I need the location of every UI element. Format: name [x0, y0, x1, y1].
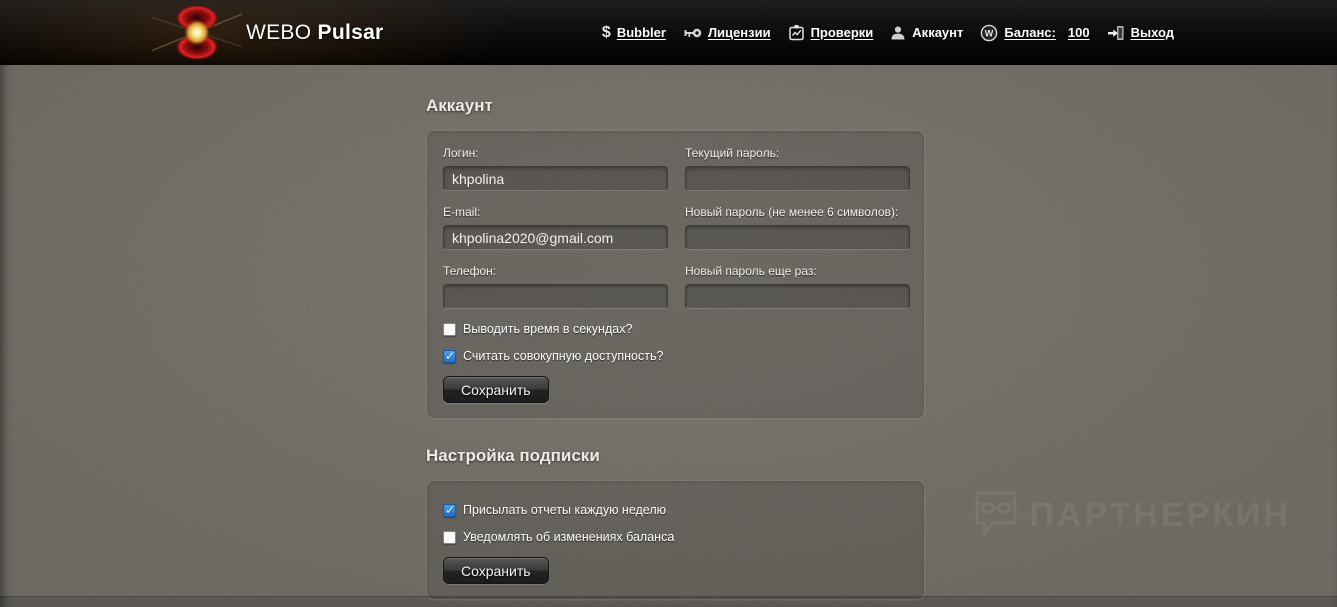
account-fields-grid: Логин: Текущий пароль: E-mail: Новый пар… [443, 146, 910, 309]
account-settings-panel: Логин: Текущий пароль: E-mail: Новый пар… [426, 130, 925, 419]
show-seconds-checkbox[interactable] [443, 322, 456, 336]
top-header-bar: WEBO Pulsar $ Bubbler Лицензии Проверки … [0, 0, 1337, 65]
email-field-group: E-mail: [443, 205, 668, 250]
email-label: E-mail: [443, 205, 481, 219]
watermark-text: ПАРТНЕРКИН [1029, 495, 1291, 534]
speech-bubble-glasses-icon [975, 491, 1017, 539]
new-password-repeat-label: Новый пароль еще раз: [685, 264, 817, 278]
key-icon [684, 28, 702, 37]
main-navigation: $ Bubbler Лицензии Проверки Аккаунт W Ба… [602, 24, 1174, 42]
pulsar-logo-icon [152, 4, 242, 60]
new-password-field-group: Новый пароль (не менее 6 символов): [685, 205, 910, 250]
email-input[interactable] [443, 225, 668, 250]
balance-notifications-checkbox[interactable] [443, 530, 456, 544]
show-seconds-label: Выводить время в секундах? [463, 322, 633, 336]
subscription-section-title: Настройка подписки [426, 446, 600, 465]
aggregate-availability-label: Считать совокупную доступность? [463, 349, 664, 363]
aggregate-availability-checkbox[interactable] [443, 349, 456, 363]
checkbox-row-balance-notifications[interactable]: Уведомлять об изменениях баланса [443, 530, 908, 544]
checks-clipboard-icon [788, 25, 804, 41]
login-input[interactable] [443, 166, 668, 191]
phone-field-group: Телефон: [443, 264, 668, 309]
dollar-icon: $ [601, 23, 611, 41]
svg-text:W: W [985, 28, 994, 38]
account-save-button[interactable]: Сохранить [443, 376, 549, 403]
new-password-repeat-input[interactable] [685, 284, 910, 309]
balance-value: 100 [1067, 25, 1090, 40]
nav-item-balance[interactable]: W Баланс: 100 [980, 24, 1090, 42]
exit-door-icon [1107, 25, 1124, 40]
content-area: Аккаунт Логин: Текущий пароль: E-mail: Н… [426, 65, 925, 600]
nav-item-bubbler[interactable]: $ Bubbler [601, 23, 666, 41]
account-section-title: Аккаунт [426, 96, 493, 115]
weekly-reports-checkbox[interactable] [443, 503, 456, 517]
nav-item-checks[interactable]: Проверки [788, 24, 873, 41]
partnerkin-watermark: ПАРТНЕРКИН [973, 489, 1291, 541]
checkbox-row-aggregate-availability[interactable]: Считать совокупную доступность? [443, 349, 908, 363]
page: WEBO Pulsar $ Bubbler Лицензии Проверки … [0, 0, 1337, 607]
weekly-reports-label: Присылать отчеты каждую неделю [463, 503, 666, 517]
checkbox-row-show-seconds[interactable]: Выводить время в секундах? [443, 322, 908, 336]
subscription-save-button[interactable]: Сохранить [443, 557, 549, 584]
login-field-group: Логин: [443, 146, 668, 191]
login-label: Логин: [443, 146, 479, 160]
nav-item-logout[interactable]: Выход [1107, 25, 1174, 41]
phone-label: Телефон: [443, 264, 497, 278]
current-password-input[interactable] [685, 166, 910, 191]
new-password-input[interactable] [685, 225, 910, 250]
current-password-field-group: Текущий пароль: [685, 146, 910, 191]
checkbox-row-weekly-reports[interactable]: Присылать отчеты каждую неделю [443, 503, 908, 517]
user-icon [891, 26, 905, 39]
new-password-label: Новый пароль (не менее 6 символов): [685, 205, 899, 219]
subscription-settings-panel: Присылать отчеты каждую неделю Уведомлят… [426, 480, 925, 600]
phone-input[interactable] [443, 284, 668, 309]
new-password-repeat-field-group: Новый пароль еще раз: [685, 264, 910, 309]
nav-item-licenses[interactable]: Лицензии [683, 25, 771, 40]
webo-pulsar-logo[interactable]: WEBO Pulsar [152, 3, 384, 63]
nav-item-account[interactable]: Аккаунт [890, 25, 963, 41]
webmoney-icon: W [981, 24, 998, 41]
balance-notifications-label: Уведомлять об изменениях баланса [463, 530, 675, 544]
logo-text: WEBO Pulsar [246, 20, 384, 44]
current-password-label: Текущий пароль: [685, 146, 780, 160]
